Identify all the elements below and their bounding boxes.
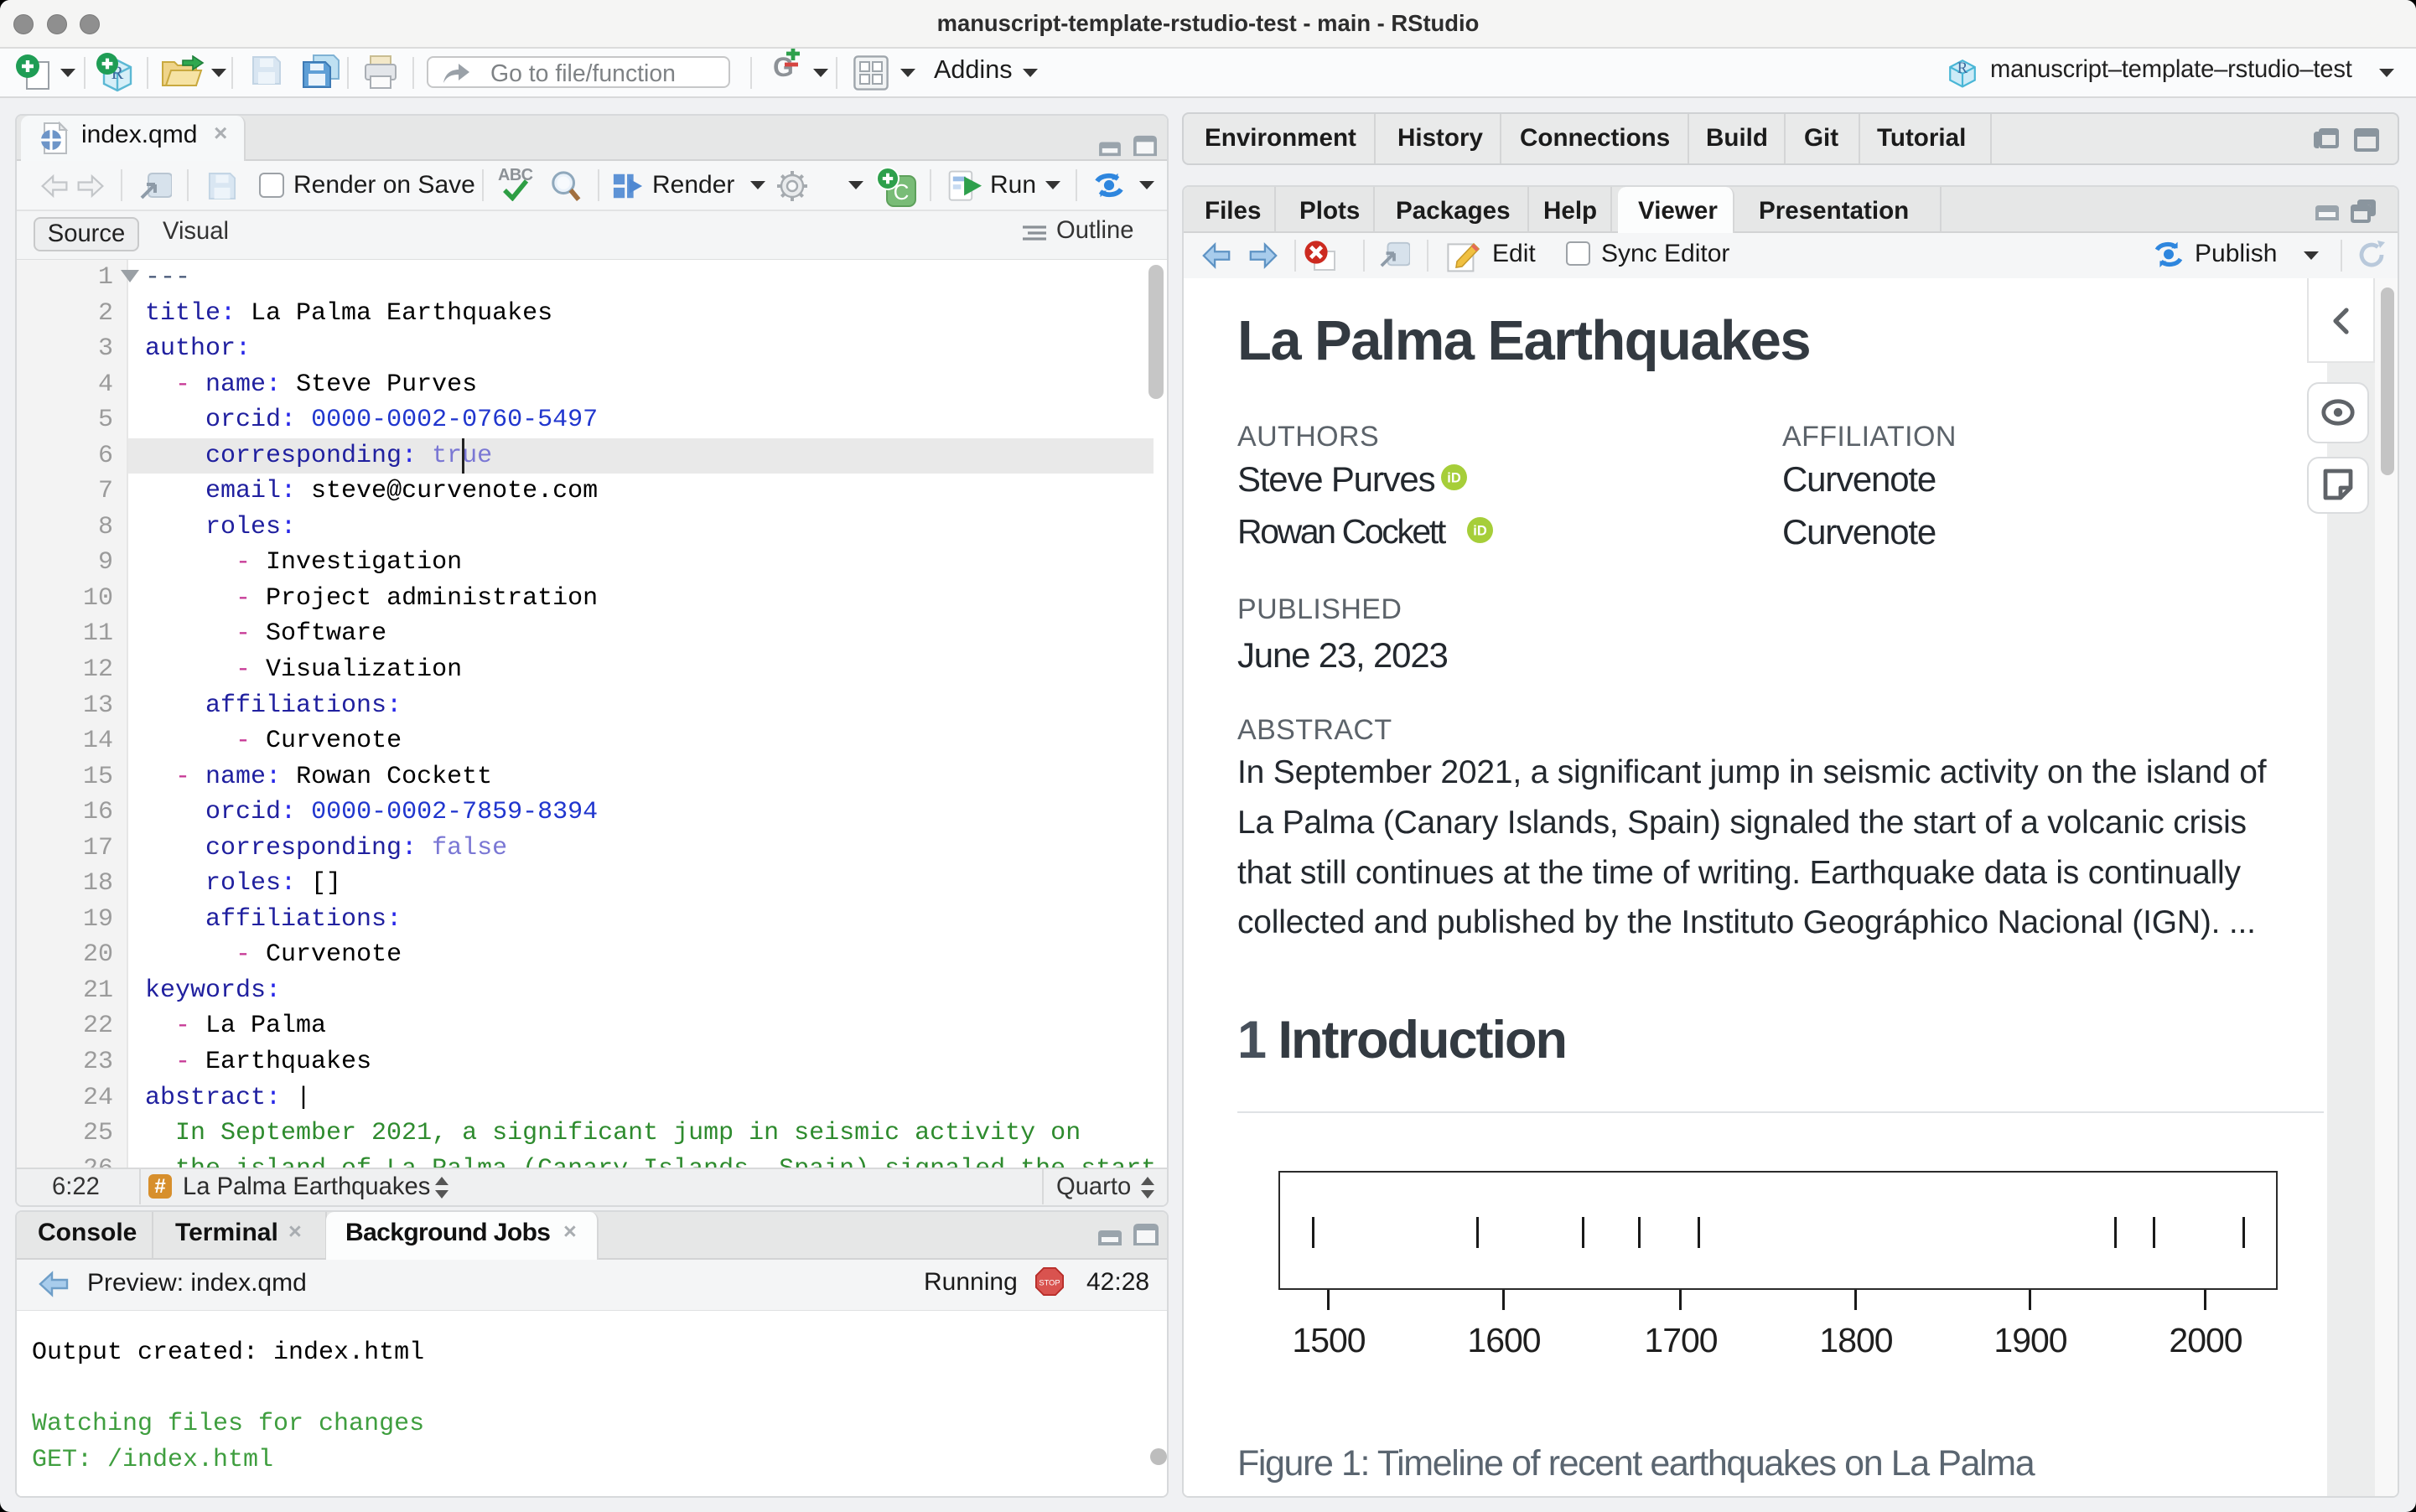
- svg-text:R: R: [1957, 60, 1968, 77]
- svg-text:iD: iD: [1473, 524, 1487, 539]
- svg-text:iD: iD: [1447, 471, 1461, 486]
- svg-text:STOP: STOP: [1039, 1278, 1060, 1287]
